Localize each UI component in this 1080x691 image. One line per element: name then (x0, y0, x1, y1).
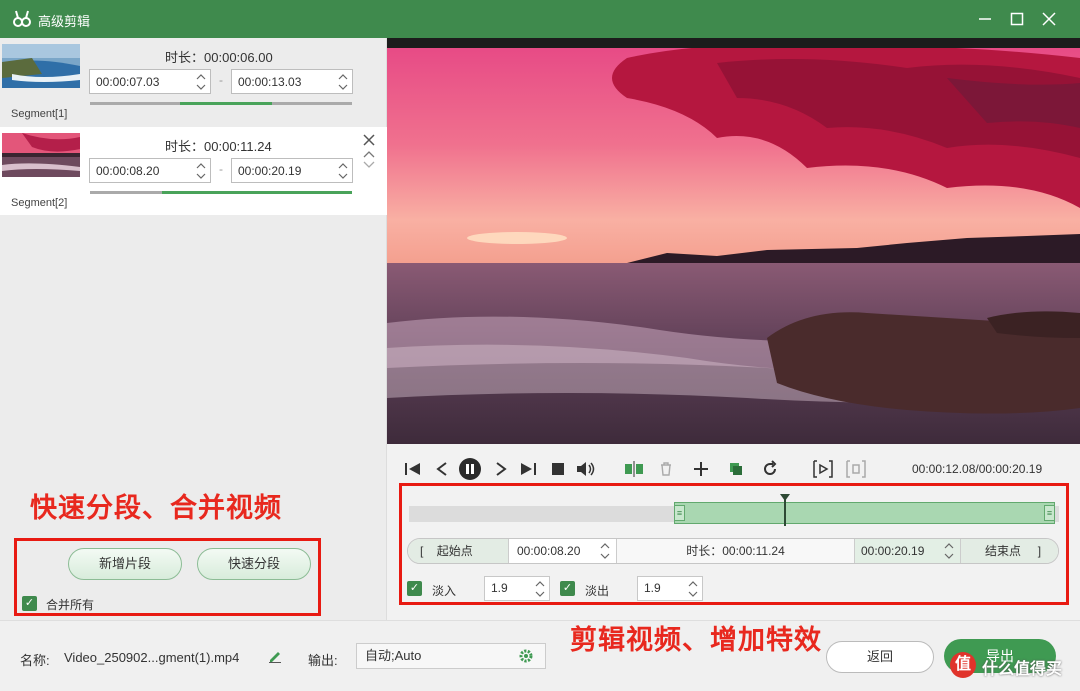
segment-thumbnail (2, 44, 80, 88)
segment-end-input[interactable]: 00:00:20.19 (231, 158, 353, 183)
next-frame-button[interactable] (490, 458, 512, 480)
output-label: 输出: (308, 653, 338, 668)
volume-button[interactable] (575, 458, 597, 480)
delete-button[interactable] (655, 458, 677, 480)
name-label: 名称: (20, 653, 50, 668)
move-up-icon[interactable] (362, 149, 376, 159)
segment-duration: 时长：00:00:06.00 (165, 50, 273, 65)
title-bar: 高级剪辑 (0, 0, 1080, 38)
minimize-icon (979, 18, 991, 20)
segment-item[interactable]: Segment[1] 时长：00:00:06.00 00:00:07.03 - … (0, 38, 387, 126)
playback-timecode: 00:00:12.08/00:00:20.19 (912, 462, 1043, 476)
prev-frame-button[interactable] (431, 458, 453, 480)
add-button[interactable] (690, 458, 712, 480)
app-logo-icon (13, 10, 31, 27)
close-button[interactable] (1036, 6, 1062, 32)
reset-button[interactable] (759, 458, 781, 480)
range-dash: - (219, 162, 223, 176)
segment-range-bar (90, 191, 352, 194)
spin-arrows-icon[interactable] (196, 161, 206, 181)
split-icon (625, 461, 643, 477)
pause-button[interactable] (459, 458, 481, 480)
video-preview[interactable] (387, 38, 1080, 444)
skip-start-button[interactable] (402, 458, 424, 480)
output-select[interactable]: 自动;Auto (356, 643, 546, 669)
prev-frame-icon (436, 462, 447, 476)
segment-start-input[interactable]: 00:00:07.03 (89, 69, 211, 94)
spin-arrows-icon[interactable] (338, 72, 348, 92)
merge-all-checkbox[interactable]: ✓ (22, 596, 37, 611)
trash-icon (661, 462, 671, 476)
add-segment-button[interactable]: 新增片段 (68, 548, 182, 580)
segment-duration: 时长：00:00:11.24 (165, 139, 272, 154)
segment-thumbnail (2, 133, 80, 177)
segment-end-input[interactable]: 00:00:13.03 (231, 69, 353, 94)
split-button[interactable] (623, 458, 645, 480)
segment-panel: Segment[1] 时长：00:00:06.00 00:00:07.03 - … (0, 38, 387, 620)
next-frame-icon (496, 462, 507, 476)
file-name: Video_250902...gment(1).mp4 (64, 650, 240, 665)
skip-start-icon (405, 463, 420, 475)
quick-split-button[interactable]: 快速分段 (197, 548, 311, 580)
annotation-frame (399, 483, 1069, 605)
range-dash: - (219, 73, 223, 87)
stop-icon (552, 463, 564, 475)
segment-label: Segment[2] (11, 197, 68, 209)
volume-icon (577, 462, 595, 476)
spin-arrows-icon[interactable] (338, 161, 348, 181)
skip-end-icon (521, 463, 536, 475)
bottom-bar: 名称: Video_250902...gment(1).mp4 输出: 自动;A… (0, 620, 1080, 691)
edit-name-icon[interactable] (268, 649, 282, 663)
segment-label: Segment[1] (11, 108, 68, 120)
delete-segment-icon[interactable] (362, 133, 376, 147)
rotate-icon (764, 460, 777, 475)
segment-item[interactable]: Segment[2] 时长：00:00:11.24 00:00:08.20 - … (0, 127, 387, 215)
minimize-button[interactable] (972, 6, 998, 32)
video-frame (387, 38, 1080, 444)
segment-range-bar (90, 102, 352, 105)
skip-end-button[interactable] (517, 458, 539, 480)
preview-segment-button[interactable] (812, 458, 834, 480)
merge-all-label: 合并所有 (46, 598, 95, 612)
back-button[interactable]: 返回 (826, 641, 934, 673)
annotation-split-merge: 快速分段、合并视频 (30, 493, 282, 523)
play-box-icon (813, 460, 833, 478)
spin-arrows-icon[interactable] (196, 72, 206, 92)
close-icon (1042, 12, 1056, 26)
window-title: 高级剪辑 (38, 14, 91, 29)
move-down-icon[interactable] (362, 160, 376, 170)
watermark-text: 什么值得买 (982, 661, 1063, 678)
plus-icon (694, 462, 708, 476)
copy-icon (730, 463, 742, 475)
watermark-logo: 值 (950, 652, 976, 678)
maximize-button[interactable] (1004, 6, 1030, 32)
maximize-icon (1010, 12, 1024, 26)
pause-icon (459, 458, 481, 480)
annotation-edit-effects: 剪辑视频、增加特效 (570, 625, 822, 655)
settings-gear-icon[interactable] (519, 649, 533, 663)
stop-preview-button[interactable] (845, 458, 867, 480)
segment-start-input[interactable]: 00:00:08.20 (89, 158, 211, 183)
copy-button[interactable] (725, 458, 747, 480)
stop-button[interactable] (547, 458, 569, 480)
stop-box-icon (846, 460, 866, 478)
